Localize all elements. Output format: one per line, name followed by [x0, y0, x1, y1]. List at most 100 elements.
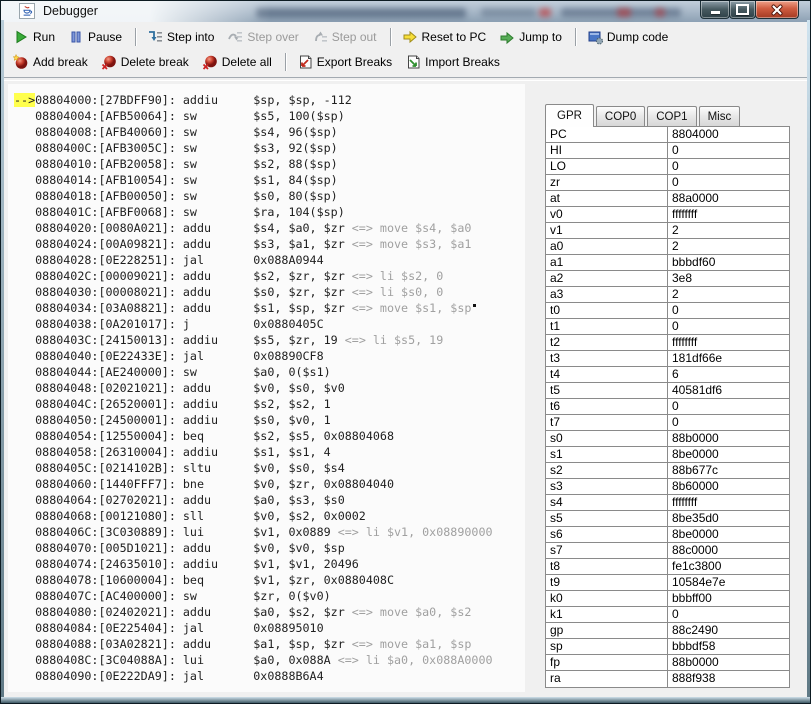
register-row[interactable]: t00: [546, 303, 789, 319]
register-value[interactable]: 8be35d0: [668, 511, 789, 526]
disassembly-view[interactable]: -->08804000:[27BDFF90]: addiu $sp, $sp, …: [8, 84, 525, 692]
delete-all-button[interactable]: Delete all: [199, 52, 275, 72]
register-row[interactable]: s788c0000: [546, 543, 789, 559]
disassembly-line[interactable]: 08804010:[AFB20058]: sw $s2, 88($sp): [14, 156, 525, 172]
register-value[interactable]: 3e8: [668, 271, 789, 286]
register-row[interactable]: k10: [546, 607, 789, 623]
disassembly-line[interactable]: 08804004:[AFB50064]: sw $s5, 100($sp): [14, 108, 525, 124]
disassembly-line[interactable]: 08804048:[02021021]: addu $v0, $s0, $v0: [14, 380, 525, 396]
register-value[interactable]: 10584e7e: [668, 575, 789, 590]
register-value[interactable]: 8804000: [668, 127, 789, 142]
register-value[interactable]: 0: [668, 175, 789, 190]
register-row[interactable]: t70: [546, 415, 789, 431]
run-button[interactable]: Run: [10, 27, 58, 47]
register-value[interactable]: 40581df6: [668, 383, 789, 398]
register-row[interactable]: t540581df6: [546, 383, 789, 399]
disassembly-line[interactable]: 08804080:[02402021]: addu $a0, $s2, $zr …: [14, 604, 525, 620]
register-value[interactable]: 8be0000: [668, 447, 789, 462]
register-value[interactable]: bbbff00: [668, 591, 789, 606]
disassembly-line[interactable]: 08804014:[AFB10054]: sw $s1, 84($sp): [14, 172, 525, 188]
register-value[interactable]: 2: [668, 287, 789, 302]
register-value[interactable]: 0: [668, 607, 789, 622]
disassembly-line[interactable]: 08804050:[24500001]: addiu $s0, $v0, 1: [14, 412, 525, 428]
register-row[interactable]: gp88c2490: [546, 623, 789, 639]
register-value[interactable]: 88a0000: [668, 191, 789, 206]
register-row[interactable]: HI0: [546, 143, 789, 159]
import-breaks-button[interactable]: Import Breaks: [402, 52, 503, 72]
register-row[interactable]: k0bbbff00: [546, 591, 789, 607]
jump-to-button[interactable]: Jump to: [496, 27, 565, 47]
disassembly-line[interactable]: 0880405C:[0214102B]: sltu $v0, $s0, $s4: [14, 460, 525, 476]
disassembly-line[interactable]: 08804040:[0E22433E]: jal 0x08890CF8: [14, 348, 525, 364]
register-row[interactable]: v0ffffffff: [546, 207, 789, 223]
register-row[interactable]: spbbbdf58: [546, 639, 789, 655]
export-breaks-button[interactable]: Export Breaks: [294, 52, 395, 72]
register-row[interactable]: a23e8: [546, 271, 789, 287]
maximize-button[interactable]: [729, 1, 756, 19]
disassembly-line[interactable]: 08804070:[005D1021]: addu $v0, $v0, $sp: [14, 540, 525, 556]
register-value[interactable]: 88b0000: [668, 655, 789, 670]
disassembly-line[interactable]: 08804068:[00121080]: sll $v0, $s2, 0x000…: [14, 508, 525, 524]
disassembly-line[interactable]: 08804060:[1440FFF7]: bne $v0, $zr, 0x088…: [14, 476, 525, 492]
delete-break-button[interactable]: Delete break: [98, 52, 192, 72]
register-value[interactable]: 8be0000: [668, 527, 789, 542]
register-row[interactable]: t60: [546, 399, 789, 415]
register-row[interactable]: v12: [546, 223, 789, 239]
close-button[interactable]: [755, 1, 799, 19]
register-value[interactable]: 0: [668, 303, 789, 318]
disassembly-line[interactable]: 08804074:[24635010]: addiu $v1, $v1, 204…: [14, 556, 525, 572]
minimize-button[interactable]: [700, 1, 730, 19]
register-value[interactable]: 181df66e: [668, 351, 789, 366]
register-value[interactable]: 0: [668, 143, 789, 158]
register-value[interactable]: 2: [668, 239, 789, 254]
disassembly-line[interactable]: 08804064:[02702021]: addu $a0, $s3, $s0: [14, 492, 525, 508]
register-row[interactable]: s38b60000: [546, 479, 789, 495]
add-break-button[interactable]: Add break: [10, 52, 91, 72]
tab-gpr[interactable]: GPR: [545, 104, 594, 127]
register-value[interactable]: ffffffff: [668, 495, 789, 510]
disassembly-line[interactable]: 08804008:[AFB40060]: sw $s4, 96($sp): [14, 124, 525, 140]
register-value[interactable]: bbbdf58: [668, 639, 789, 654]
register-row[interactable]: s18be0000: [546, 447, 789, 463]
disassembly-line[interactable]: 0880401C:[AFBF0068]: sw $ra, 104($sp): [14, 204, 525, 220]
register-row[interactable]: a32: [546, 287, 789, 303]
register-value[interactable]: 0: [668, 415, 789, 430]
register-row[interactable]: s58be35d0: [546, 511, 789, 527]
disassembly-line[interactable]: 08804030:[00008021]: addu $s0, $zr, $zr …: [14, 284, 525, 300]
register-value[interactable]: 88b677c: [668, 463, 789, 478]
register-row[interactable]: at88a0000: [546, 191, 789, 207]
register-value[interactable]: 8b60000: [668, 479, 789, 494]
register-value[interactable]: 888f938: [668, 671, 789, 687]
register-value[interactable]: 0: [668, 159, 789, 174]
register-row[interactable]: t46: [546, 367, 789, 383]
register-value[interactable]: 0: [668, 399, 789, 414]
register-row[interactable]: s68be0000: [546, 527, 789, 543]
disassembly-line[interactable]: 08804020:[0080A021]: addu $s4, $a0, $zr …: [14, 220, 525, 236]
register-value[interactable]: 88c0000: [668, 543, 789, 558]
register-row[interactable]: ra888f938: [546, 671, 789, 687]
register-row[interactable]: t10: [546, 319, 789, 335]
register-row[interactable]: a02: [546, 239, 789, 255]
disassembly-line[interactable]: 08804088:[03A02821]: addu $a1, $sp, $zr …: [14, 636, 525, 652]
title-bar[interactable]: Debugger: [1, 1, 810, 23]
disassembly-line[interactable]: 0880403C:[24150013]: addiu $s5, $zr, 19 …: [14, 332, 525, 348]
register-value[interactable]: 88c2490: [668, 623, 789, 638]
disassembly-line[interactable]: 0880407C:[AC400000]: sw $zr, 0($v0): [14, 588, 525, 604]
register-value[interactable]: 88b0000: [668, 431, 789, 446]
disassembly-line[interactable]: 0880406C:[3C030889]: lui $v1, 0x0889 <=>…: [14, 524, 525, 540]
register-row[interactable]: s088b0000: [546, 431, 789, 447]
register-value[interactable]: ffffffff: [668, 207, 789, 222]
step-into-button[interactable]: Step into: [144, 27, 217, 47]
register-row[interactable]: fp88b0000: [546, 655, 789, 671]
register-value[interactable]: 0: [668, 319, 789, 334]
register-value[interactable]: 2: [668, 223, 789, 238]
register-row[interactable]: s4ffffffff: [546, 495, 789, 511]
register-row[interactable]: zr0: [546, 175, 789, 191]
disassembly-line[interactable]: 08804034:[03A08821]: addu $s1, $sp, $zr …: [14, 300, 525, 316]
register-row[interactable]: t2ffffffff: [546, 335, 789, 351]
disassembly-line[interactable]: 0880404C:[26520001]: addiu $s2, $s2, 1: [14, 396, 525, 412]
pause-button[interactable]: Pause: [65, 27, 125, 47]
register-value[interactable]: ffffffff: [668, 335, 789, 350]
disassembly-line[interactable]: 08804024:[00A09821]: addu $s3, $a1, $zr …: [14, 236, 525, 252]
dump-code-button[interactable]: Dump code: [584, 27, 671, 47]
